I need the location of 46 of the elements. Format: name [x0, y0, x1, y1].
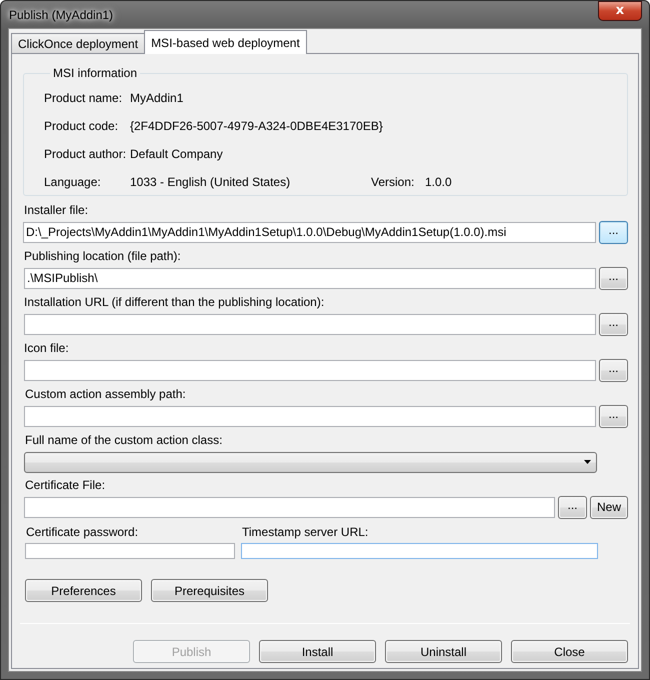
browse-button[interactable]: ... — [599, 220, 628, 244]
browse-button[interactable]: ... — [599, 312, 628, 336]
browse-button[interactable]: ... — [599, 266, 628, 290]
option-button[interactable]: Preferences — [25, 579, 142, 602]
field-label: Certificate File: — [24, 478, 106, 493]
input-field[interactable]: D:\_Projects\MyAddin1\MyAddin1\MyAddin1Setup\1.0.0\Debug\MyAddin1Setup(1.0.0).msi — [23, 222, 596, 242]
window-title: Publish (MyAddin1) — [8, 8, 114, 22]
tab[interactable]: MSI-based web deployment — [144, 30, 307, 54]
group-title: MSI information — [52, 66, 138, 80]
footer-button[interactable]: Install — [259, 640, 376, 663]
info-value: 1.0.0 — [425, 175, 452, 189]
info-value: Default Company — [130, 147, 223, 161]
title-bar-x-button[interactable]: x — [598, 0, 642, 20]
info-label: Language: — [44, 175, 102, 189]
dropdown-arrow-icon — [584, 460, 591, 464]
info-value: MyAddin1 — [130, 91, 184, 105]
input-field[interactable] — [24, 496, 555, 518]
browse-button[interactable]: ... — [599, 404, 628, 428]
browse-button[interactable]: ... — [599, 358, 628, 382]
input-field[interactable] — [241, 543, 598, 559]
info-label: Product code: — [44, 119, 120, 133]
input-field[interactable] — [25, 543, 235, 559]
field-label: Installation URL (if different than the publishing location): — [23, 295, 326, 310]
field-label: Custom action assembly path: — [24, 387, 187, 402]
field-label: Installer file: — [23, 203, 90, 218]
new-button[interactable]: New — [590, 496, 628, 518]
info-value: 1033 - English (United States) — [130, 175, 292, 189]
browse-button[interactable]: ... — [558, 496, 587, 518]
footer-button[interactable]: Uninstall — [385, 640, 502, 663]
dropdown[interactable] — [24, 452, 597, 472]
input-field[interactable] — [24, 314, 596, 334]
option-button[interactable]: Prerequisites — [151, 579, 268, 602]
field-label: Publishing location (file path): — [23, 249, 182, 264]
field-label: Full name of the custom action class: — [24, 433, 224, 448]
field-label: Icon file: — [23, 341, 70, 356]
input-field[interactable] — [24, 360, 596, 380]
tab[interactable]: ClickOnce deployment — [11, 33, 146, 53]
info-label: Product name: — [44, 91, 124, 105]
input-field[interactable] — [24, 406, 596, 426]
field-label: Timestamp server URL: — [241, 525, 370, 540]
field-label: Certificate password: — [25, 525, 140, 540]
info-label: Version: — [371, 175, 416, 189]
footer-button[interactable]: Close — [511, 640, 628, 663]
input-field[interactable]: .\MSIPublish\ — [24, 268, 596, 288]
info-value: {2F4DDF26-5007-4979-A324-0DBE4E3170EB} — [130, 119, 383, 133]
info-label: Product author: — [44, 147, 128, 161]
